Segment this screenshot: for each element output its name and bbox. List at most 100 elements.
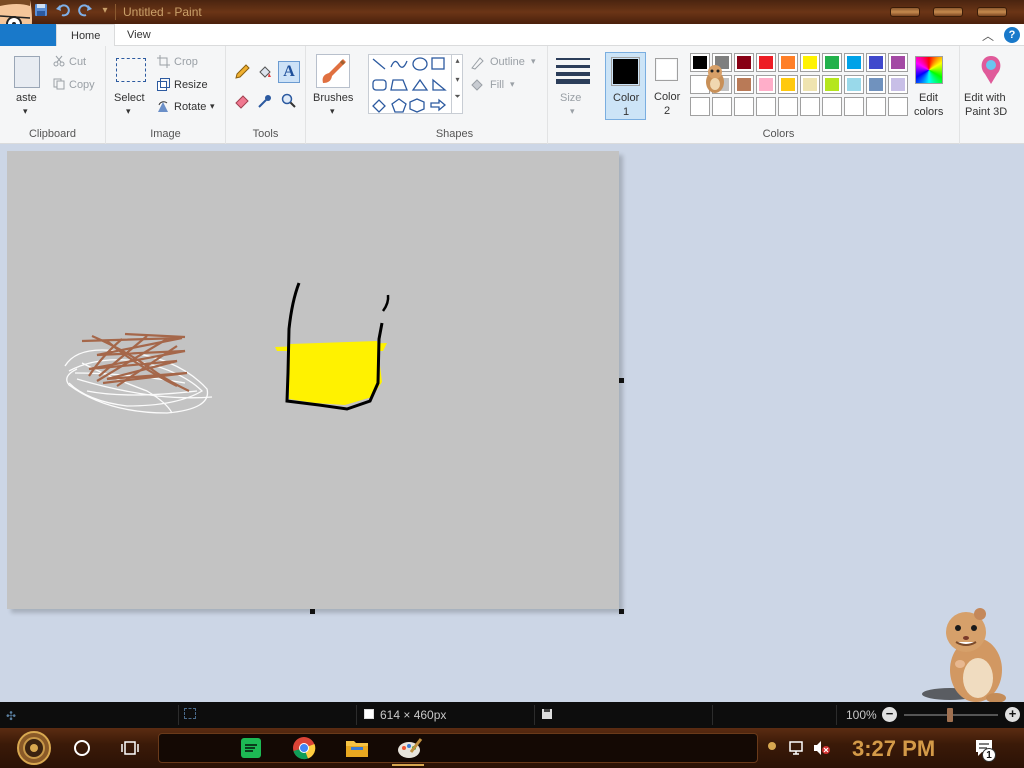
palette-swatch[interactable] [778,97,798,116]
palette-swatch[interactable] [690,97,710,116]
zoom-slider-thumb[interactable] [947,708,953,722]
rotate-dropdown-icon[interactable]: ▾ [210,101,215,112]
palette-swatch[interactable] [866,53,886,72]
brush-icon[interactable] [316,54,350,88]
select-dropdown-icon[interactable]: ▾ [126,106,131,117]
palette-swatch[interactable] [712,97,732,116]
palette-swatch[interactable] [778,75,798,94]
volume-muted-icon[interactable] [813,740,831,759]
palette-swatch[interactable] [866,75,886,94]
palette-swatch[interactable] [844,97,864,116]
palette-swatch[interactable] [756,53,776,72]
crop-button[interactable]: Crop [174,56,198,68]
copy-icon[interactable] [53,78,65,93]
paint-app-icon[interactable] [397,736,423,763]
select-button[interactable]: Select [114,92,145,104]
brushes-dropdown-icon[interactable]: ▾ [330,106,335,117]
palette-swatch[interactable] [800,97,820,116]
rotate-icon[interactable] [157,100,170,116]
network-icon[interactable] [789,740,805,759]
resize-handle-right[interactable] [619,378,624,383]
resize-handle-corner[interactable] [619,609,624,614]
zoom-out-button[interactable]: − [882,707,897,722]
palette-swatch[interactable] [866,97,886,116]
resize-button[interactable]: Resize [174,79,208,91]
palette-swatch[interactable] [778,53,798,72]
size-icon[interactable] [556,56,590,84]
redo-icon[interactable] [77,3,93,19]
palette-swatch[interactable] [888,75,908,94]
fill-dropdown-icon[interactable]: ▾ [510,79,515,90]
pencil-icon[interactable] [234,64,250,83]
paint3d-line1[interactable]: Edit with [964,92,1006,104]
palette-swatch[interactable] [756,75,776,94]
tab-file[interactable] [0,24,56,46]
expand-icon[interactable]: ⏷ [452,92,463,102]
palette-swatch[interactable] [734,75,754,94]
color2-selector[interactable]: Color 2 [650,52,685,120]
select-icon[interactable] [116,58,146,82]
paint3d-icon[interactable] [976,54,1006,89]
tray-overflow-icon[interactable] [768,742,776,750]
copy-button[interactable]: Copy [69,79,95,91]
start-button-icon[interactable] [12,730,56,768]
palette-swatch[interactable] [844,75,864,94]
brushes-button[interactable]: Brushes [313,92,353,104]
undo-icon[interactable] [55,3,71,19]
customize-quick-access-icon[interactable]: ▾ [97,3,113,19]
palette-swatch[interactable] [822,53,842,72]
cut-icon[interactable] [53,55,65,70]
close-button[interactable] [977,7,1007,17]
shapes-scroll[interactable]: ▴ ▾ ⏷ [451,54,463,114]
rotate-button[interactable]: Rotate [174,101,206,113]
size-button[interactable]: Size [560,92,581,104]
resize-handle-bottom[interactable] [310,609,315,614]
palette-swatch[interactable] [734,53,754,72]
paint3d-line2[interactable]: Paint 3D [965,106,1007,118]
magnifier-icon[interactable] [281,93,297,112]
paste-button[interactable]: aste [16,92,37,104]
scroll-up-icon[interactable]: ▴ [452,56,463,65]
palette-swatch[interactable] [822,97,842,116]
drawing-canvas[interactable] [7,151,624,614]
crop-icon[interactable] [157,55,170,71]
color-picker-icon[interactable] [257,93,273,112]
text-tool-icon[interactable]: A [278,61,300,83]
clock[interactable]: 3:27 PM [852,736,935,762]
fill-bucket-icon[interactable] [257,64,273,83]
edit-colors-line1[interactable]: Edit [919,92,938,104]
outline-button[interactable]: Outline [490,56,525,68]
maximize-button[interactable] [933,7,963,17]
palette-swatch[interactable] [800,53,820,72]
eraser-icon[interactable] [234,93,250,112]
paste-dropdown-icon[interactable]: ▾ [23,106,28,117]
palette-swatch[interactable] [734,97,754,116]
search-icon[interactable] [74,740,90,756]
spotify-icon[interactable] [240,737,262,762]
collapse-ribbon-icon[interactable]: ︿ [982,27,994,44]
palette-swatch[interactable] [888,97,908,116]
task-view-icon[interactable] [121,740,139,759]
tab-home[interactable]: Home [56,24,116,47]
shapes-gallery[interactable] [368,54,463,114]
scroll-down-icon[interactable]: ▾ [452,75,463,84]
size-dropdown-icon[interactable]: ▾ [570,106,575,117]
zoom-in-button[interactable]: + [1005,707,1020,722]
palette-swatch[interactable] [822,75,842,94]
edit-colors-line2[interactable]: colors [914,106,943,118]
palette-swatch[interactable] [844,53,864,72]
fill-button[interactable]: Fill [490,79,504,91]
cut-button[interactable]: Cut [69,56,86,68]
outline-dropdown-icon[interactable]: ▾ [531,56,536,67]
resize-icon[interactable] [157,78,170,94]
palette-swatch[interactable] [800,75,820,94]
color1-selector[interactable]: Color 1 [605,52,646,120]
fill-icon[interactable] [470,78,484,95]
palette-swatch[interactable] [888,53,908,72]
save-icon[interactable] [33,3,49,19]
help-icon[interactable]: ? [1004,27,1020,43]
palette-swatch[interactable] [756,97,776,116]
chrome-icon[interactable] [292,736,316,763]
minimize-button[interactable] [890,7,920,17]
tab-view[interactable]: View [113,24,165,46]
